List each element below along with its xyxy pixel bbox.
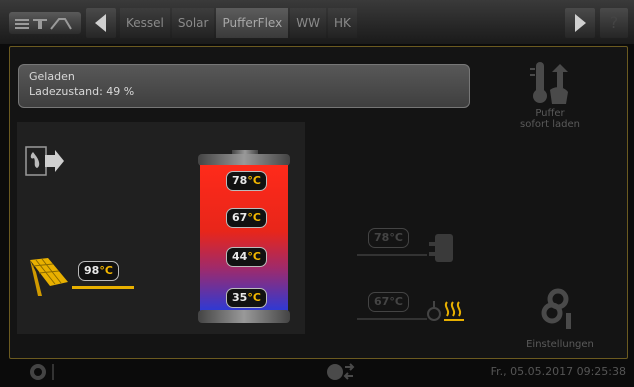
settings-gear-icon[interactable] <box>540 285 576 331</box>
nav-forward-button[interactable] <box>565 8 595 38</box>
brand-logo[interactable] <box>9 12 81 34</box>
arrow-right-icon <box>575 14 586 32</box>
help-button[interactable]: ? <box>600 8 628 38</box>
hot-water-temp-badge: 67°C <box>368 292 409 312</box>
hot-water-pipe <box>357 318 427 320</box>
status-line-1: Geladen <box>29 70 75 83</box>
tab-hk[interactable]: HK <box>327 8 357 38</box>
heating-pipe <box>357 254 427 256</box>
tab-bar: Kessel Solar PufferFlex WW HK <box>120 8 357 38</box>
status-box: Geladen Ladezustand: 49 % <box>18 64 470 108</box>
tab-kessel[interactable]: Kessel <box>120 8 170 38</box>
solar-temp-unit: °C <box>99 264 113 277</box>
system-gear-icon[interactable] <box>28 362 48 382</box>
status-line-2: Ladezustand: 49 % <box>29 85 135 98</box>
tab-pufferflex[interactable]: PufferFlex <box>216 8 289 38</box>
tank-temp-3: 44°C <box>226 247 267 267</box>
radiator-icon[interactable] <box>427 232 457 264</box>
heating-temp-badge: 78°C <box>368 228 409 248</box>
tank-temp-4: 35°C <box>226 288 267 308</box>
solar-temp-badge: 98°C <box>78 261 119 281</box>
hot-water-tap-icon[interactable] <box>427 298 467 324</box>
heat-transfer-icon[interactable] <box>25 146 65 176</box>
arrow-left-icon <box>95 14 106 32</box>
solar-collector-icon[interactable] <box>28 256 70 300</box>
solar-pipe <box>72 286 134 289</box>
datetime: Fr., 05.05.2017 09:25:38 <box>490 365 626 378</box>
tank-temp-2: 67°C <box>226 208 267 228</box>
logo-icon <box>15 18 72 30</box>
solar-temp-value: 98 <box>84 264 100 277</box>
charge-buffer-icon[interactable] <box>530 60 570 106</box>
nav-back-button[interactable] <box>86 8 116 38</box>
tab-ww[interactable]: WW <box>290 8 326 38</box>
tab-solar[interactable]: Solar <box>171 8 215 38</box>
settings-label[interactable]: Einstellungen <box>500 339 620 350</box>
charge-buffer-label[interactable]: Puffer sofort laden <box>500 108 600 130</box>
tank-temp-1: 78°C <box>226 171 267 191</box>
network-globe-icon[interactable] <box>325 361 355 383</box>
divider <box>52 364 54 380</box>
